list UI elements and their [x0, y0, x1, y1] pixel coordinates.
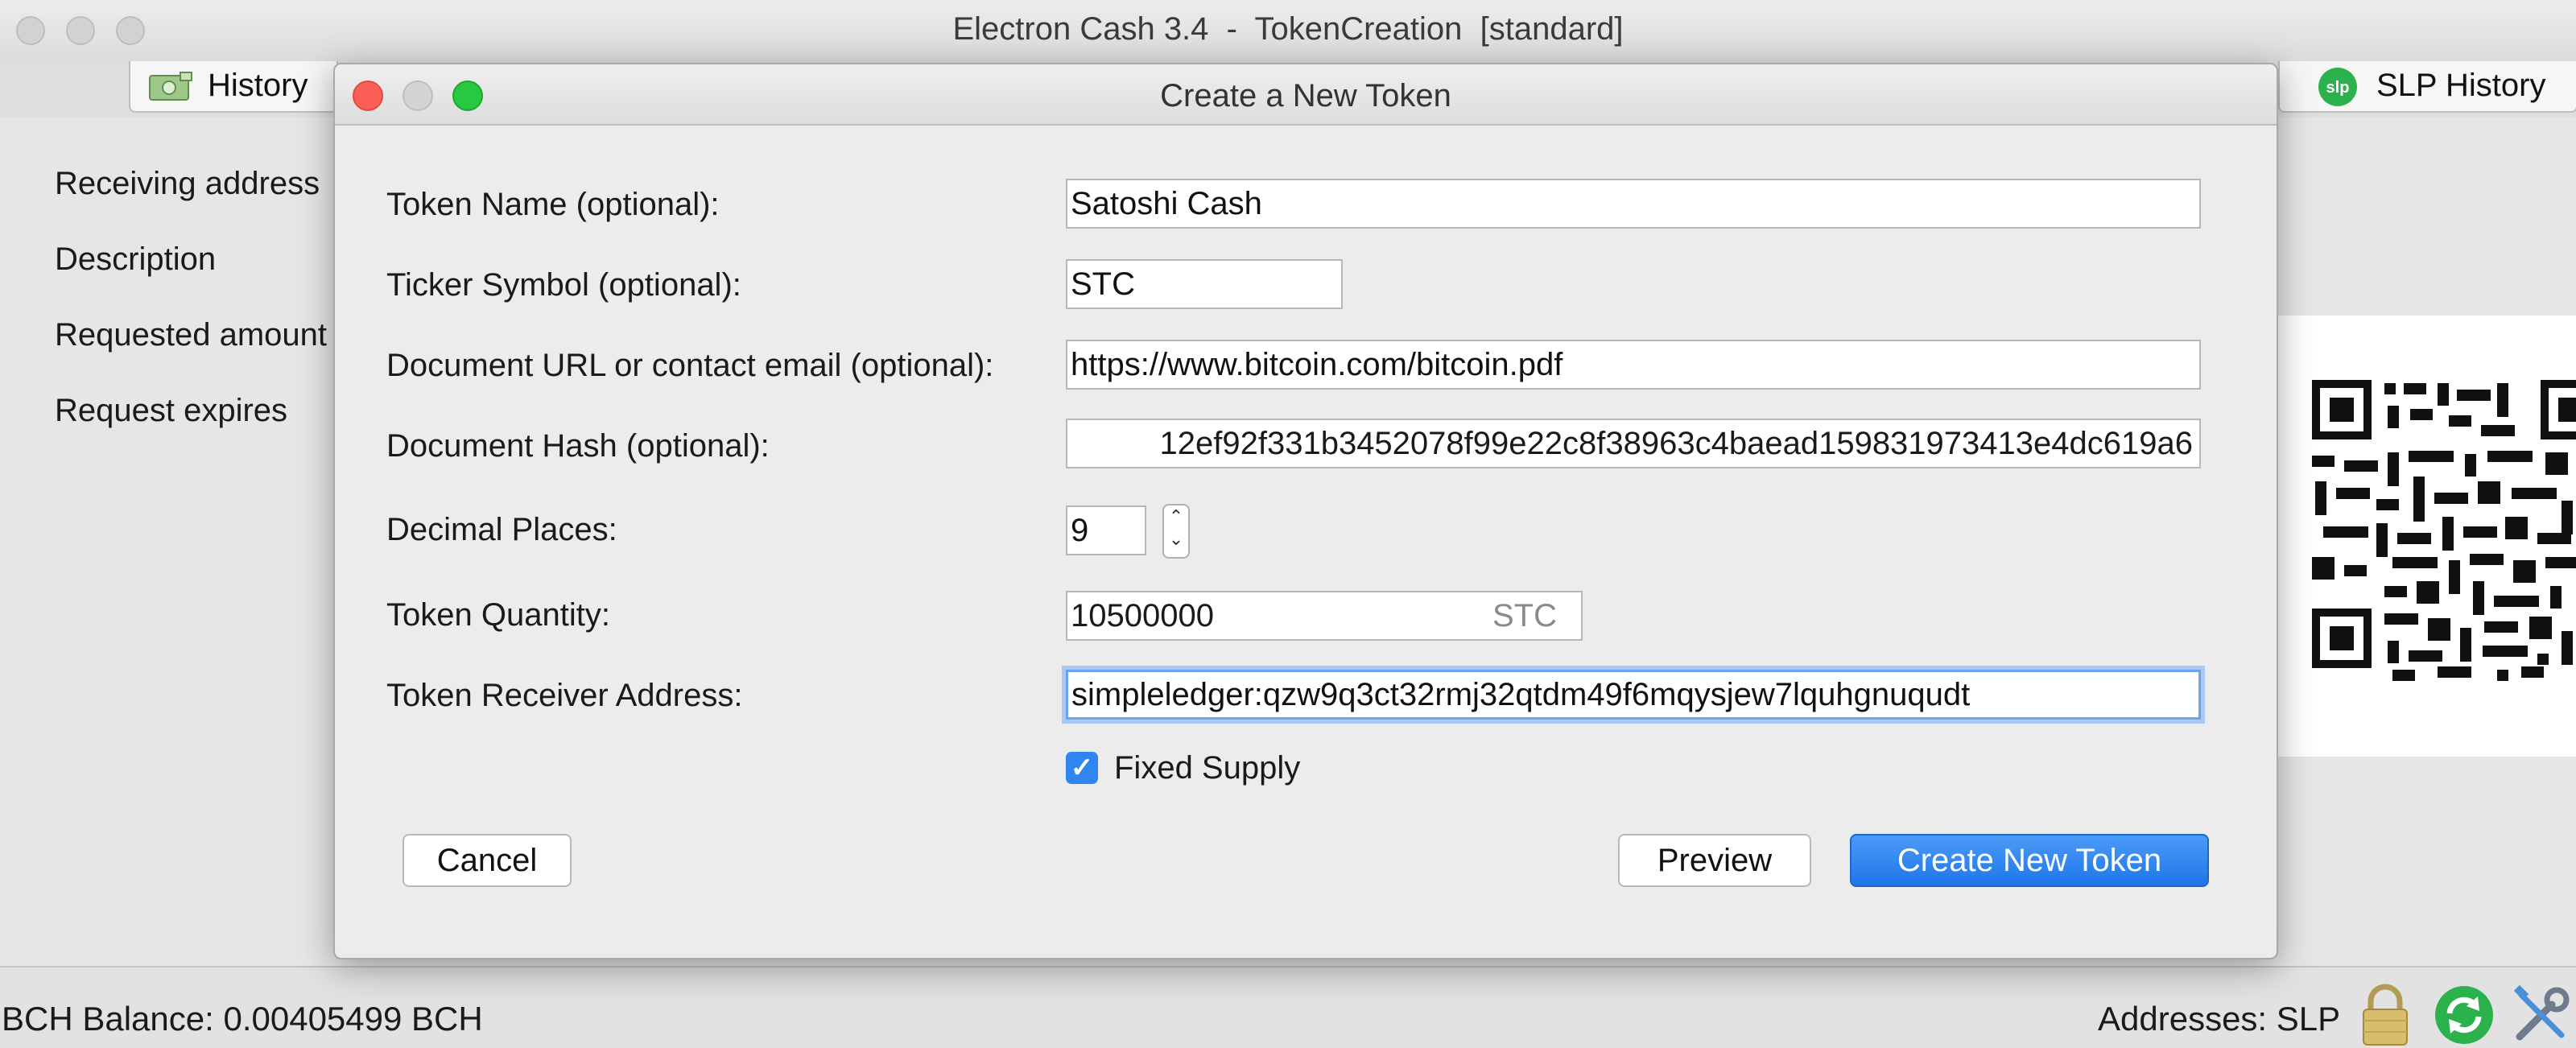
- tab-history-label: History: [208, 68, 308, 103]
- requested-amount-label: Requested amount: [55, 317, 328, 353]
- tools-icon[interactable]: [2510, 984, 2573, 1046]
- lock-icon[interactable]: [2359, 984, 2412, 1046]
- history-icon: [149, 72, 192, 101]
- slp-icon: slp: [2318, 68, 2357, 106]
- stepper-down-icon[interactable]: ⌄: [1164, 528, 1188, 551]
- token-quantity-input[interactable]: 10500000 STC: [1066, 591, 1583, 641]
- tab-slp-history[interactable]: slp SLP History: [2278, 61, 2576, 113]
- dialog-titlebar: Create a New Token: [335, 64, 2277, 126]
- decimal-places-stepper[interactable]: ⌃ ⌄: [1162, 504, 1190, 559]
- fixed-supply-label[interactable]: Fixed Supply: [1114, 750, 1300, 786]
- document-url-label: Document URL or contact email (optional)…: [386, 348, 994, 383]
- token-quantity-label: Token Quantity:: [386, 597, 610, 633]
- decimal-places-label: Decimal Places:: [386, 512, 617, 547]
- receiving-address-label: Receiving address: [55, 166, 320, 201]
- document-hash-value: 12ef92f331b3452078f99e22c8f38963c4baead1…: [1159, 426, 2194, 461]
- main-titlebar: Electron Cash 3.4 - TokenCreation [stand…: [0, 0, 2576, 63]
- preview-button[interactable]: Preview: [1618, 834, 1811, 887]
- tab-slp-history-label: SLP History: [2376, 68, 2546, 103]
- dialog-title: Create a New Token: [1160, 78, 1451, 113]
- document-hash-input[interactable]: 12ef92f331b3452078f99e22c8f38963c4baead1…: [1066, 419, 2201, 468]
- bch-balance: BCH Balance: 0.00405499 BCH: [2, 1000, 483, 1038]
- fixed-supply-checkbox[interactable]: ✓: [1066, 752, 1098, 784]
- addresses-mode[interactable]: Addresses: SLP: [2098, 1000, 2340, 1038]
- create-new-token-button[interactable]: Create New Token: [1850, 834, 2209, 887]
- token-quantity-unit: STC: [1492, 598, 1557, 633]
- token-name-label: Token Name (optional):: [386, 187, 720, 222]
- svg-text:slp: slp: [2326, 79, 2350, 97]
- tab-history[interactable]: History: [129, 61, 338, 113]
- token-name-input[interactable]: [1066, 179, 2201, 229]
- status-bar: BCH Balance: 0.00405499 BCH Addresses: S…: [0, 966, 2576, 1048]
- create-token-dialog: Create a New Token Token Name (optional)…: [333, 63, 2278, 959]
- document-hash-label: Document Hash (optional):: [386, 428, 770, 464]
- qr-code-icon: [2312, 380, 2576, 681]
- ticker-symbol-label: Ticker Symbol (optional):: [386, 267, 741, 303]
- request-expires-label: Request expires: [55, 393, 288, 428]
- token-receiver-label: Token Receiver Address:: [386, 678, 743, 713]
- decimal-places-input[interactable]: [1066, 505, 1146, 555]
- token-receiver-input[interactable]: [1066, 670, 2201, 720]
- ticker-symbol-input[interactable]: [1066, 259, 1343, 309]
- token-quantity-value: 10500000: [1071, 598, 1214, 633]
- description-label: Description: [55, 241, 217, 277]
- qr-code-panel: [2254, 316, 2576, 757]
- stepper-up-icon[interactable]: ⌃: [1164, 505, 1188, 528]
- cancel-button[interactable]: Cancel: [402, 834, 572, 887]
- document-url-input[interactable]: [1066, 340, 2201, 390]
- window-title: Electron Cash 3.4 - TokenCreation [stand…: [952, 11, 1624, 47]
- network-status-icon[interactable]: [2433, 984, 2496, 1046]
